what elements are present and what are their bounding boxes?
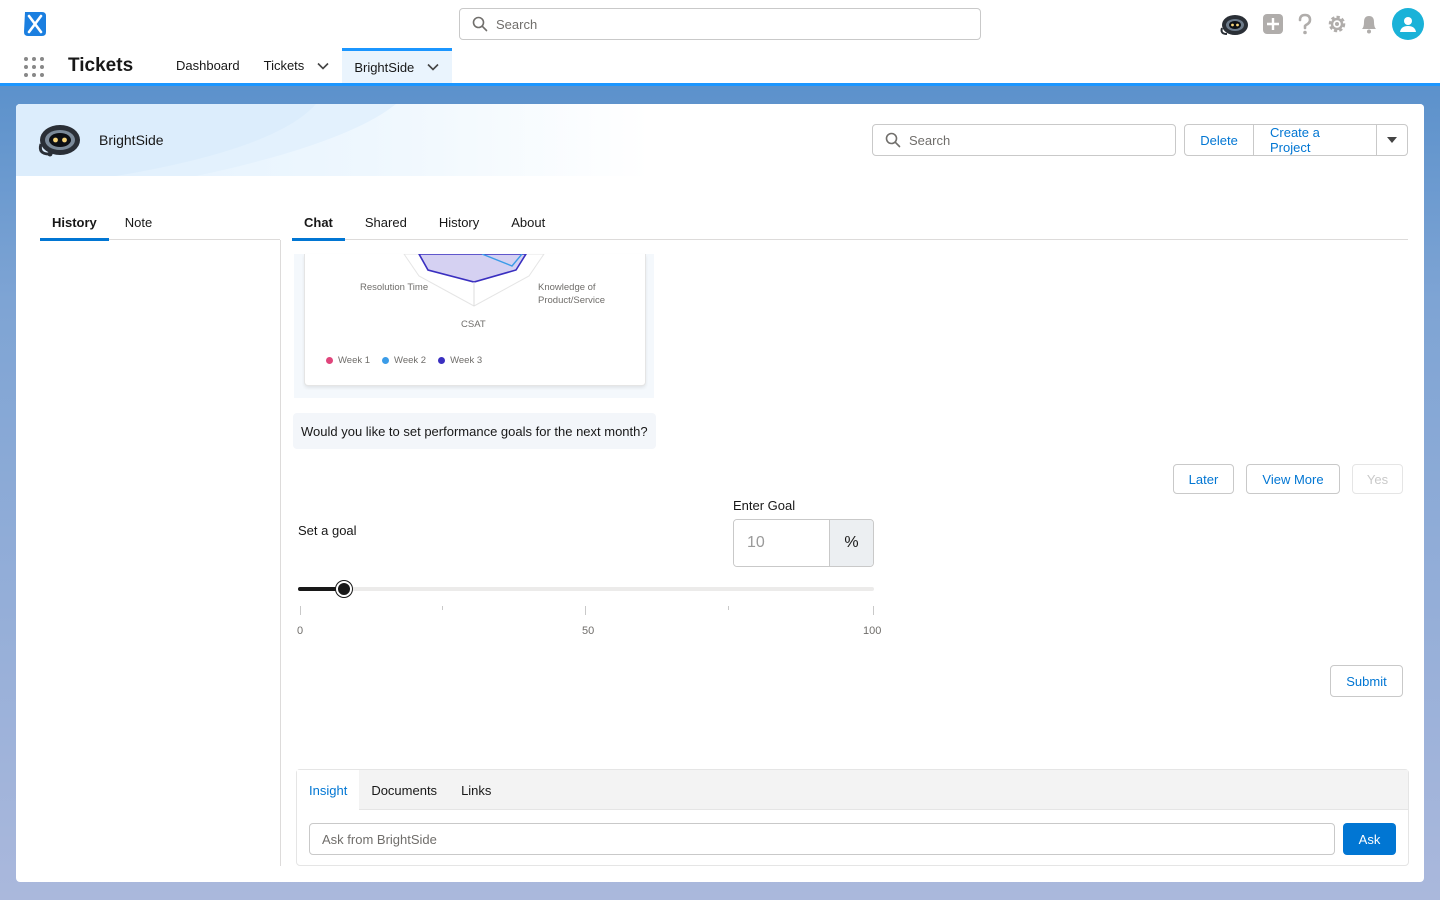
search-icon [885, 132, 901, 148]
legend-item: Week 1 [326, 355, 370, 366]
notification-icon[interactable] [1358, 13, 1380, 35]
nav-item-tickets[interactable]: Tickets [252, 48, 343, 83]
enter-goal-label: Enter Goal [733, 498, 796, 513]
tab-history-left[interactable]: History [40, 204, 109, 241]
radar-axis-label: CSAT [461, 319, 486, 330]
record-search-input[interactable] [909, 132, 1159, 148]
nav-items: Dashboard Tickets BrightSide [164, 48, 453, 83]
nav-bar: Tickets Dashboard Tickets BrightSide [0, 48, 1440, 86]
record-actions: Delete Create a Project [1184, 124, 1408, 156]
ask-button[interactable]: Ask [1343, 823, 1396, 855]
radar-axis-label: Resolution Time [360, 282, 429, 293]
record-title: BrightSide [99, 132, 164, 148]
legend-label: Week 2 [394, 355, 427, 366]
tab-about[interactable]: About [499, 204, 557, 240]
composer-tabs: Insight Documents Links [297, 770, 1408, 810]
legend-dot [382, 357, 390, 364]
slider-tick-label: 50 [582, 625, 595, 637]
right-tabset: Chat Shared History About [292, 204, 1408, 241]
header-icons [1208, 8, 1424, 40]
goal-label: Set a goal [298, 523, 357, 538]
slider-tick-label: 0 [297, 625, 304, 637]
record-search[interactable] [872, 124, 1176, 156]
create-project-button[interactable]: Create a Project [1253, 124, 1377, 156]
goal-slider-thumb[interactable] [336, 581, 353, 597]
chart-legend: Week 1 Week 2 Week 3 [326, 355, 494, 366]
slider-tick [300, 606, 301, 615]
goal-unit: % [829, 520, 873, 566]
tab-history[interactable]: History [427, 204, 491, 240]
bot-avatar [36, 120, 84, 160]
submit-button[interactable]: Submit [1330, 665, 1403, 697]
legend-label: Week 3 [450, 355, 483, 366]
search-icon [472, 16, 488, 32]
goal-input[interactable] [734, 520, 829, 566]
tab-shared[interactable]: Shared [353, 204, 419, 240]
yes-button[interactable]: Yes [1352, 464, 1403, 494]
tab-note[interactable]: Note [113, 204, 164, 240]
caret-down-icon [1387, 137, 1397, 143]
later-button[interactable]: Later [1173, 464, 1234, 494]
app-name: Tickets [68, 55, 134, 76]
record-card: BrightSide Delete Create a Project Histo… [16, 104, 1424, 882]
chat-message: Would you like to set performance goals … [293, 413, 656, 449]
legend-item: Week 3 [438, 355, 482, 366]
nav-item-dashboard[interactable]: Dashboard [164, 48, 252, 83]
legend-dot [438, 357, 446, 364]
radar-series-week3 [418, 254, 527, 283]
ask-input[interactable] [309, 823, 1335, 855]
panel-divider [280, 240, 281, 866]
slider-tick [728, 606, 729, 610]
slider-tick [442, 606, 443, 610]
chevron-down-icon[interactable] [426, 60, 440, 74]
tab-links[interactable]: Links [449, 770, 503, 810]
more-actions-button[interactable] [1376, 124, 1408, 156]
composer: Insight Documents Links Ask [296, 769, 1409, 866]
tab-chat[interactable]: Chat [292, 204, 345, 241]
settings-icon[interactable] [1326, 13, 1348, 35]
radar-axis-label: Knowledge of Product/Service [538, 282, 606, 306]
left-tabset: History Note [40, 204, 280, 241]
bot-icon[interactable] [1218, 10, 1252, 38]
goal-slider-track[interactable] [298, 587, 874, 591]
chevron-down-icon[interactable] [316, 59, 330, 73]
legend-dot [326, 357, 333, 364]
add-icon[interactable] [1262, 13, 1284, 35]
nav-item-label: Tickets [263, 58, 305, 73]
tab-documents[interactable]: Documents [359, 770, 449, 810]
app-logo-icon[interactable] [22, 10, 48, 38]
slider-tick-label: 100 [863, 625, 882, 637]
legend-item: Week 2 [382, 355, 426, 366]
delete-button[interactable]: Delete [1184, 124, 1254, 156]
record-header: BrightSide Delete Create a Project [16, 104, 1424, 176]
slider-tick [585, 606, 586, 615]
view-more-button[interactable]: View More [1246, 464, 1340, 494]
goal-input-group: % [733, 519, 874, 567]
help-icon[interactable] [1294, 13, 1316, 35]
tab-insight[interactable]: Insight [297, 770, 360, 810]
slider-tick [873, 606, 874, 615]
app-launcher-icon[interactable] [24, 57, 44, 77]
legend-label: Week 1 [338, 355, 371, 366]
nav-item-label: Dashboard [176, 58, 240, 73]
nav-item-label: BrightSide [354, 59, 415, 75]
global-search-input[interactable] [496, 16, 936, 32]
nav-item-brightside[interactable]: BrightSide [342, 48, 453, 83]
global-search[interactable] [459, 8, 981, 40]
global-header [0, 0, 1440, 48]
user-avatar-icon[interactable] [1392, 8, 1424, 40]
